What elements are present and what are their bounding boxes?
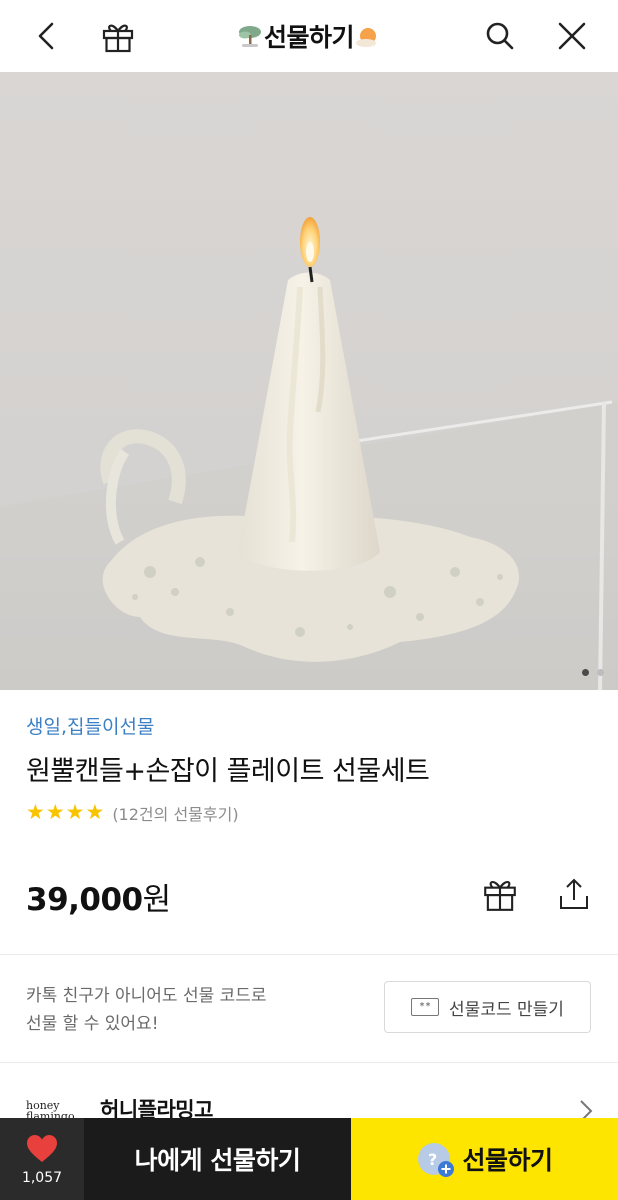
heart-icon xyxy=(27,1135,57,1162)
top-bar: 선물하기 xyxy=(0,0,618,72)
star-icon: ★ xyxy=(65,800,85,825)
back-chevron-icon[interactable] xyxy=(24,14,68,58)
gift-code-line: 카톡 친구가 아니어도 선물 코드로 xyxy=(26,986,267,1006)
carousel-dot[interactable] xyxy=(582,669,589,676)
title-text: 선물하기 xyxy=(263,23,355,52)
review-count[interactable]: (12건의 선물후기) xyxy=(112,801,238,825)
product-photo xyxy=(0,72,618,690)
close-icon[interactable] xyxy=(550,14,594,58)
carousel-indicator xyxy=(582,669,604,676)
like-count: 1,057 xyxy=(21,1170,63,1186)
page-title: 선물하기 xyxy=(0,0,618,72)
gift-to-self-label: 나에게 선물하기 xyxy=(134,1146,301,1175)
create-gift-code-label: 선물코드 만들기 xyxy=(449,999,564,1020)
rating-row[interactable]: ★ ★ ★ ★ (12건의 선물후기) xyxy=(26,801,596,825)
section-divider xyxy=(0,954,618,955)
star-icon: ★ xyxy=(85,800,105,825)
category-link[interactable]: 생일,집들이선물 xyxy=(26,718,596,737)
code-box-icon: ** xyxy=(411,998,440,1016)
star-icon: ★ xyxy=(26,800,45,825)
price: 39,000원 xyxy=(26,874,171,919)
gift-friend-icon: ? xyxy=(418,1143,455,1177)
share-icon[interactable] xyxy=(552,872,596,916)
create-gift-code-button[interactable]: ** 선물코드 만들기 xyxy=(384,981,591,1033)
send-gift-label: 선물하기 xyxy=(462,1146,553,1175)
star-icon: ★ xyxy=(45,800,65,825)
product-info: 생일,집들이선물 원뿔캔들+손잡이 플레이트 선물세트 ★ ★ ★ ★ (12건… xyxy=(26,718,596,825)
price-unit: 원 xyxy=(142,882,172,918)
product-name: 원뿔캔들+손잡이 플레이트 선물세트 xyxy=(26,756,430,787)
gift-box-icon[interactable] xyxy=(96,14,140,58)
section-divider xyxy=(0,1062,618,1063)
tree-icon xyxy=(236,22,264,50)
gift-box-icon[interactable] xyxy=(478,872,522,916)
svg-text:?: ? xyxy=(428,1150,437,1169)
carousel-dot[interactable] xyxy=(597,669,604,676)
star-rating: ★ ★ ★ ★ xyxy=(26,802,104,823)
like-button[interactable]: 1,057 xyxy=(0,1118,84,1200)
gift-code-description: 카톡 친구가 아니어도 선물 코드로 선물 할 수 있어요! xyxy=(26,982,346,1038)
product-image-carousel[interactable] xyxy=(0,72,618,690)
gift-code-line: 선물 할 수 있어요! xyxy=(26,1014,159,1034)
price-amount: 39,000 xyxy=(26,882,143,918)
search-icon[interactable] xyxy=(478,14,522,58)
gift-to-self-button[interactable]: 나에게 선물하기 xyxy=(84,1118,351,1200)
bottom-action-bar: 1,057 나에게 선물하기 ? 선물하기 xyxy=(0,1118,618,1200)
sun-cloud-icon xyxy=(354,22,382,50)
send-gift-button[interactable]: ? 선물하기 xyxy=(351,1118,618,1200)
